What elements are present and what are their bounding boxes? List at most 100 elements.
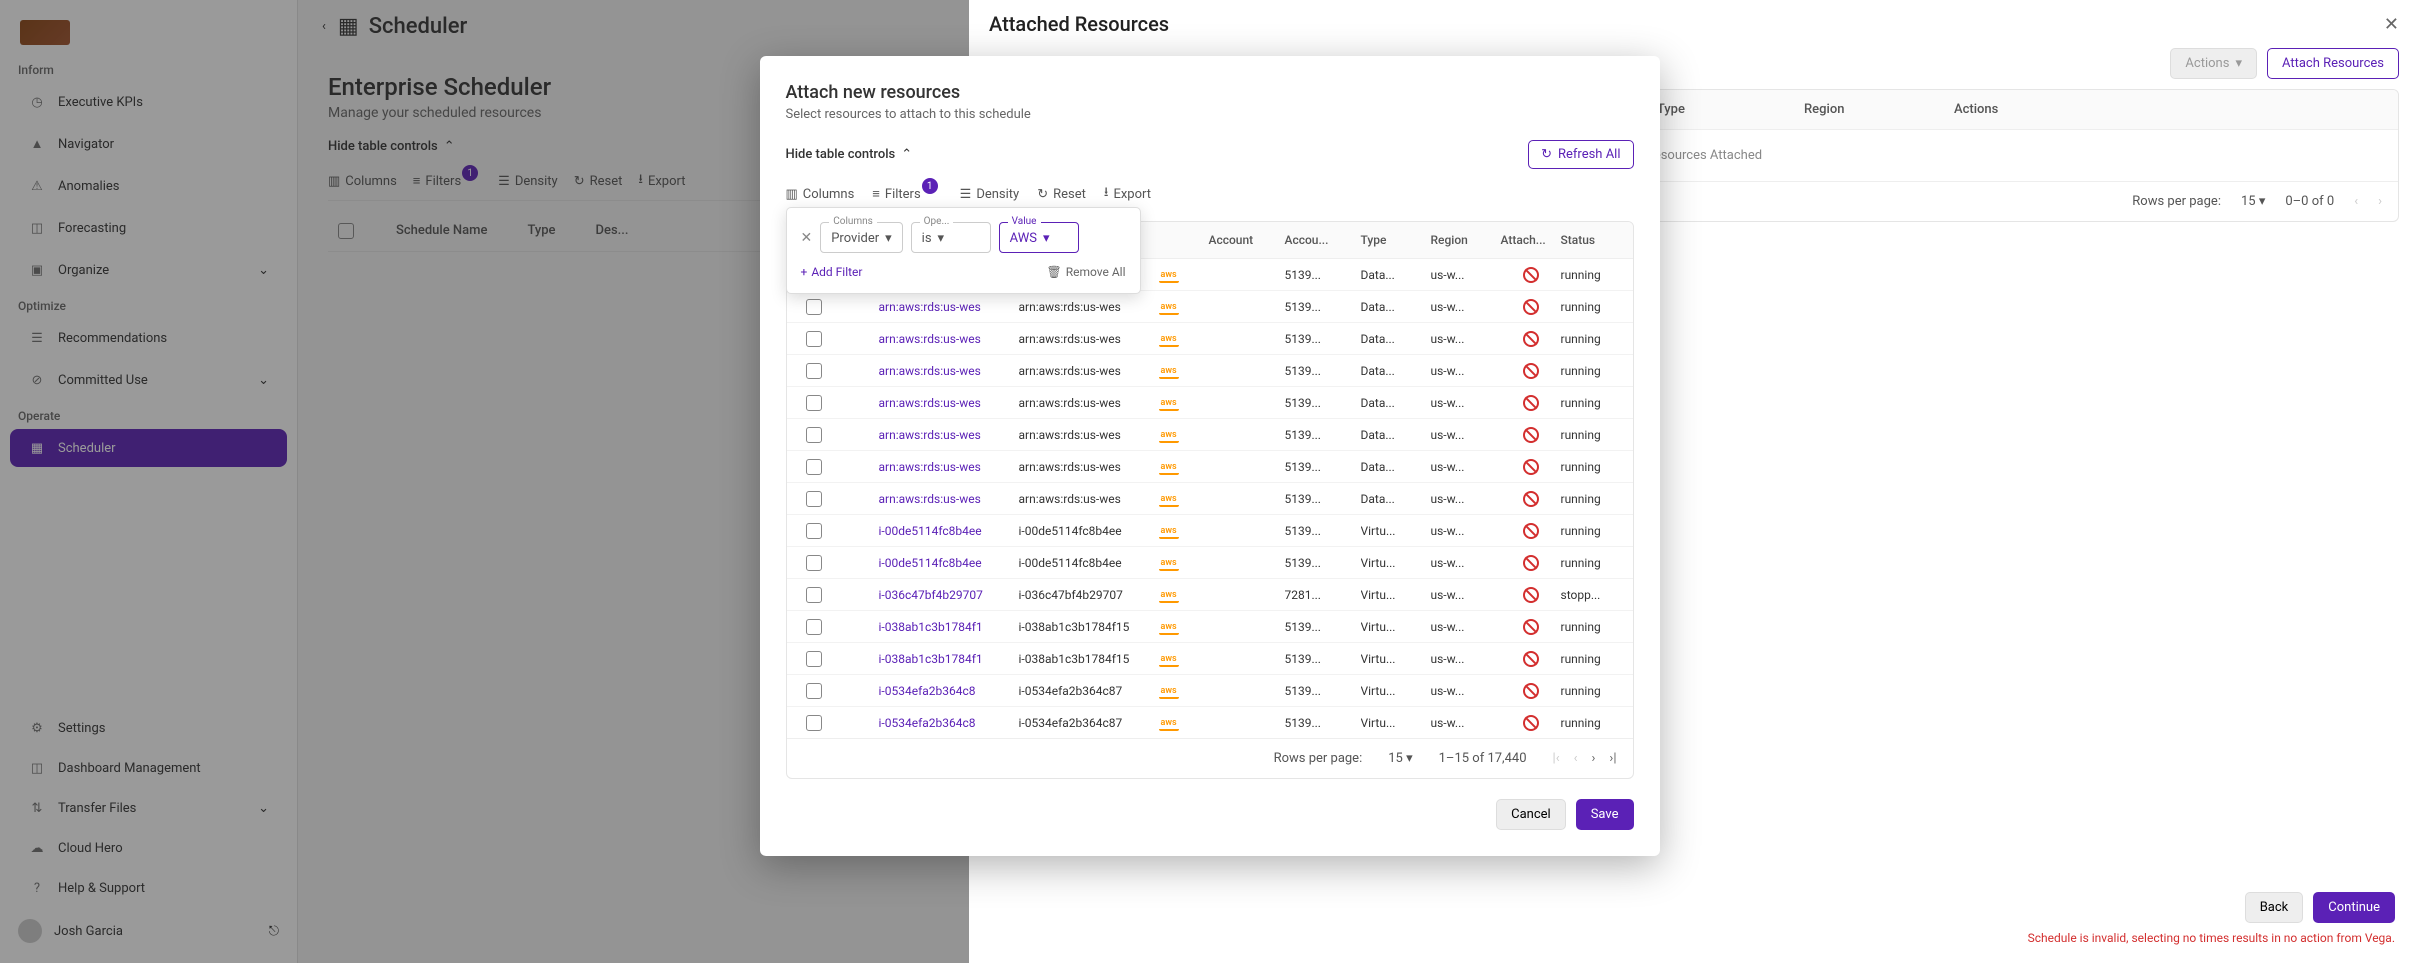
account-id-cell: 5139...	[1285, 620, 1361, 634]
type-cell: Data...	[1361, 364, 1431, 378]
not-attached-icon	[1523, 587, 1539, 603]
aws-icon: aws	[1159, 685, 1179, 699]
status-cell: running	[1561, 684, 1631, 698]
account-id-cell: 5139...	[1285, 716, 1361, 730]
next-page-icon[interactable]: ›	[1592, 751, 1596, 766]
columns-button[interactable]: ▥Columns	[786, 187, 855, 202]
refresh-all-button[interactable]: ↻Refresh All	[1528, 140, 1633, 169]
col-attached[interactable]: Attach...	[1501, 233, 1561, 247]
resource-name: i-038ab1c3b1784f15	[1019, 620, 1159, 634]
col-status[interactable]: Status	[1561, 233, 1631, 247]
resource-link[interactable]: arn:aws:rds:us-wes	[879, 396, 1019, 410]
status-cell: running	[1561, 460, 1631, 474]
row-checkbox[interactable]	[806, 395, 822, 411]
status-cell: running	[1561, 428, 1631, 442]
resource-name: i-036c47bf4b29707	[1019, 588, 1159, 602]
row-checkbox[interactable]	[806, 555, 822, 571]
remove-all-button[interactable]: 🗑Remove All	[1046, 265, 1125, 279]
rows-per-page-select[interactable]: 15 ▾	[1388, 751, 1412, 766]
chevron-down-icon: ▾	[1043, 231, 1050, 246]
not-attached-icon	[1523, 523, 1539, 539]
first-page-icon[interactable]: |‹	[1553, 751, 1560, 766]
not-attached-icon	[1523, 651, 1539, 667]
row-checkbox[interactable]	[806, 619, 822, 635]
aws-icon: aws	[1159, 589, 1179, 603]
region-cell: us-w...	[1431, 428, 1501, 442]
legend-columns: Columns	[829, 216, 877, 227]
resource-link[interactable]: i-0534efa2b364c8	[879, 684, 1019, 698]
prev-page-icon[interactable]: ‹	[1574, 751, 1578, 766]
refresh-icon: ↻	[1541, 147, 1552, 162]
save-button[interactable]: Save	[1576, 799, 1634, 830]
filter-popup: ✕ Columns Provider▾ Ope... is▾ Value AWS…	[786, 207, 1141, 294]
aws-icon: aws	[1159, 365, 1179, 379]
col-type[interactable]: Type	[1361, 233, 1431, 247]
resource-name: arn:aws:rds:us-wes	[1019, 300, 1159, 314]
legend-operator: Ope...	[920, 216, 954, 227]
last-page-icon[interactable]: ›|	[1609, 751, 1616, 766]
row-checkbox[interactable]	[806, 715, 822, 731]
resource-link[interactable]: i-00de5114fc8b4ee	[879, 524, 1019, 538]
cancel-button[interactable]: Cancel	[1496, 799, 1566, 830]
resource-link[interactable]: arn:aws:rds:us-wes	[879, 428, 1019, 442]
resource-link[interactable]: i-036c47bf4b29707	[879, 588, 1019, 602]
row-checkbox[interactable]	[806, 587, 822, 603]
region-cell: us-w...	[1431, 396, 1501, 410]
pagination-range: 1–15 of 17,440	[1439, 751, 1527, 766]
reset-button[interactable]: ↻Reset	[1037, 187, 1086, 202]
resource-link[interactable]: i-038ab1c3b1784f1	[879, 652, 1019, 666]
status-cell: running	[1561, 492, 1631, 506]
aws-icon: aws	[1159, 301, 1179, 315]
row-checkbox[interactable]	[806, 651, 822, 667]
add-filter-button[interactable]: +Add Filter	[801, 265, 863, 279]
account-id-cell: 5139...	[1285, 300, 1361, 314]
col-account[interactable]: Account	[1209, 233, 1285, 247]
hide-table-controls[interactable]: Hide table controls ⌃	[786, 147, 913, 162]
chevron-down-icon: ▾	[885, 231, 892, 246]
status-cell: running	[1561, 620, 1631, 634]
region-cell: us-w...	[1431, 716, 1501, 730]
row-checkbox[interactable]	[806, 299, 822, 315]
remove-filter-icon[interactable]: ✕	[801, 230, 813, 246]
modal-backdrop: Attach new resources Select resources to…	[0, 0, 2419, 963]
modal-title: Attach new resources	[786, 82, 1634, 103]
col-account-id[interactable]: Accou...	[1285, 233, 1361, 247]
not-attached-icon	[1523, 491, 1539, 507]
row-checkbox[interactable]	[806, 683, 822, 699]
row-checkbox[interactable]	[806, 427, 822, 443]
resource-link[interactable]: arn:aws:rds:us-wes	[879, 300, 1019, 314]
resource-link[interactable]: i-038ab1c3b1784f1	[879, 620, 1019, 634]
resource-name: arn:aws:rds:us-wes	[1019, 460, 1159, 474]
status-cell: running	[1561, 556, 1631, 570]
resource-link[interactable]: arn:aws:rds:us-wes	[879, 460, 1019, 474]
filter-value-select[interactable]: Value AWS▾	[999, 222, 1079, 253]
row-checkbox[interactable]	[806, 363, 822, 379]
columns-icon: ▥	[786, 187, 798, 202]
account-id-cell: 5139...	[1285, 460, 1361, 474]
filter-operator-select[interactable]: Ope... is▾	[911, 222, 991, 253]
filter-column-select[interactable]: Columns Provider▾	[820, 222, 902, 253]
resource-link[interactable]: arn:aws:rds:us-wes	[879, 364, 1019, 378]
filters-button[interactable]: ≡Filters1	[872, 186, 941, 202]
resource-link[interactable]: i-00de5114fc8b4ee	[879, 556, 1019, 570]
row-checkbox[interactable]	[806, 491, 822, 507]
status-cell: stopp...	[1561, 588, 1631, 602]
density-button[interactable]: ☰Density	[960, 187, 1020, 202]
row-checkbox[interactable]	[806, 459, 822, 475]
resource-link[interactable]: arn:aws:rds:us-wes	[879, 332, 1019, 346]
resource-name: arn:aws:rds:us-wes	[1019, 492, 1159, 506]
reset-icon: ↻	[1037, 187, 1048, 202]
resource-link[interactable]: arn:aws:rds:us-wes	[879, 492, 1019, 506]
region-cell: us-w...	[1431, 332, 1501, 346]
account-id-cell: 5139...	[1285, 428, 1361, 442]
status-cell: running	[1561, 268, 1631, 282]
resource-name: arn:aws:rds:us-wes	[1019, 428, 1159, 442]
table-row: arn:aws:rds:us-wes arn:aws:rds:us-wes aw…	[787, 419, 1633, 451]
row-checkbox[interactable]	[806, 331, 822, 347]
resource-link[interactable]: i-0534efa2b364c8	[879, 716, 1019, 730]
export-button[interactable]: ⭳Export	[1104, 183, 1151, 205]
aws-icon: aws	[1159, 461, 1179, 475]
col-region[interactable]: Region	[1431, 233, 1501, 247]
row-checkbox[interactable]	[806, 523, 822, 539]
rows-per-page-label: Rows per page:	[1274, 751, 1363, 766]
